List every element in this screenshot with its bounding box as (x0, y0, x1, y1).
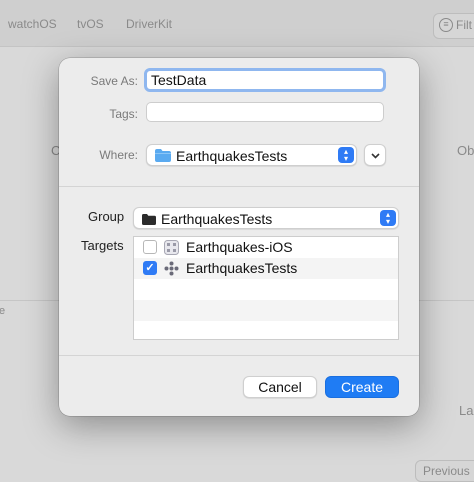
list-item (134, 279, 398, 300)
popup-stepper-icon: ▴ ▾ (380, 210, 396, 226)
group-value: EarthquakesTests (161, 211, 273, 227)
list-item[interactable]: ✓ EarthquakesTests (134, 258, 398, 279)
folder-icon (142, 213, 156, 228)
background-text-fragment: La (459, 403, 474, 418)
targets-label: Targets (81, 238, 124, 253)
where-label: Where: (99, 148, 138, 162)
background-text-fragment: Ob (457, 143, 474, 158)
tags-input[interactable] (147, 103, 383, 121)
background-text-fragment: e (0, 305, 6, 317)
targets-list: Earthquakes-iOS ✓ EarthquakesTests (133, 236, 399, 340)
section-divider (59, 355, 419, 356)
cancel-button[interactable]: Cancel (243, 376, 317, 398)
create-button[interactable]: Create (325, 376, 399, 398)
filter-field[interactable]: ≡ Filt (433, 13, 474, 39)
where-value: EarthquakesTests (176, 148, 288, 164)
tags-label: Tags: (109, 107, 138, 121)
section-divider (59, 186, 419, 187)
save-as-field[interactable] (144, 68, 386, 92)
where-popup[interactable]: EarthquakesTests ▴ ▾ (146, 144, 357, 166)
filter-icon: ≡ (439, 18, 453, 32)
target-name: EarthquakesTests (186, 260, 298, 276)
tab-driverkit[interactable]: DriverKit (126, 17, 172, 31)
previous-button[interactable]: Previous (415, 460, 474, 482)
chevron-down-icon (370, 149, 381, 164)
group-label: Group (88, 209, 125, 224)
list-item (134, 300, 398, 321)
list-item[interactable]: Earthquakes-iOS (134, 237, 398, 258)
save-as-input[interactable] (147, 71, 383, 89)
app-target-icon (164, 240, 179, 258)
tags-field[interactable] (146, 102, 384, 122)
target-checkbox[interactable]: ✓ (143, 261, 157, 275)
save-as-label: Save As: (90, 74, 138, 88)
target-checkbox[interactable] (143, 240, 157, 254)
filter-placeholder: Filt (456, 18, 472, 32)
tab-watchos[interactable]: watchOS (8, 17, 57, 31)
template-window-toolbar (0, 0, 474, 47)
tab-tvos[interactable]: tvOS (77, 17, 104, 31)
group-popup[interactable]: EarthquakesTests ▴ ▾ (133, 207, 399, 229)
save-dialog: Save As: Tags: Where: EarthquakesTests ▴… (59, 58, 419, 416)
target-name: Earthquakes-iOS (186, 239, 293, 255)
folder-icon (155, 149, 171, 165)
test-target-icon (164, 261, 179, 279)
expand-button[interactable] (364, 144, 386, 166)
popup-stepper-icon: ▴ ▾ (338, 147, 354, 163)
